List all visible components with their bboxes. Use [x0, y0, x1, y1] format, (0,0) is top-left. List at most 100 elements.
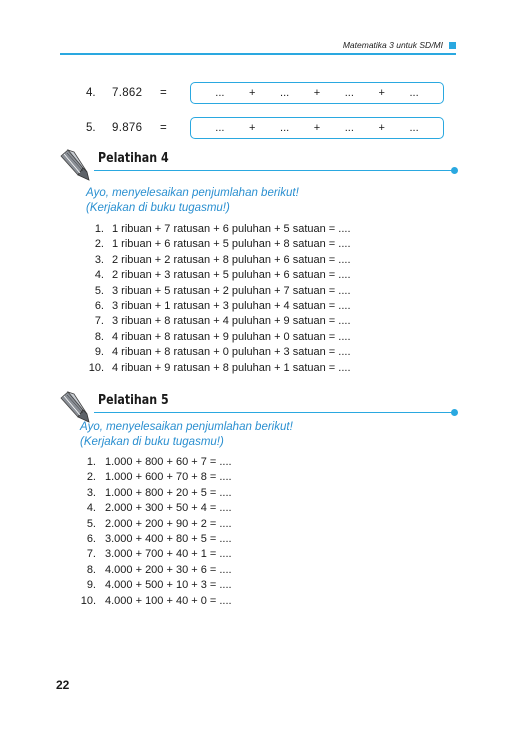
- page-number: 22: [56, 678, 70, 692]
- section-rule: [94, 412, 454, 414]
- item-text: 4.000 + 200 + 30 + 6 = ....: [105, 563, 232, 576]
- item-number: 8.: [94, 330, 104, 343]
- item-text: 1 ribuan + 6 ratusan + 5 puluhan + 8 sat…: [112, 238, 351, 251]
- question-number: 5.: [86, 122, 96, 134]
- section-title: Pelatihan 5: [98, 393, 169, 408]
- item-number: 7.: [94, 315, 104, 328]
- instruction-pelatihan-4: Ayo, menyelesaikan penjumlahan berikut! …: [86, 186, 299, 216]
- instruction-text: Ayo, menyelesaikan penjumlahan berikut!: [80, 421, 293, 433]
- item-number: 1.: [86, 456, 96, 468]
- plus-sign: +: [249, 87, 256, 99]
- item-text: 4.000 + 100 + 40 + 0 = ....: [105, 594, 232, 607]
- instruction-note: (Kerjakan di buku tugasmu!): [80, 436, 224, 448]
- list-item: 6. 3.000 + 400 + 80 + 5 = ....: [72, 532, 232, 547]
- list-item: 1. 1.000 + 800 + 60 + 7 = ....: [72, 455, 232, 470]
- section-dot: [451, 409, 458, 416]
- item-text: 4 ribuan + 8 ratusan + 9 puluhan + 0 sat…: [112, 330, 351, 343]
- instruction-note: (Kerjakan di buku tugasmu!): [86, 202, 230, 214]
- question-row-4: 4. 7.862 = ... + ... + ... + ...: [86, 82, 448, 106]
- question-number: 4.: [86, 87, 96, 99]
- item-number: 4.: [86, 502, 96, 515]
- list-item: 9. 4 ribuan + 8 ratusan + 0 puluhan + 3 s…: [80, 345, 351, 360]
- item-number: 7.: [86, 548, 96, 561]
- list-item: 6. 3 ribuan + 1 ratusan + 3 puluhan + 4 s…: [80, 299, 351, 314]
- item-number: 6.: [94, 299, 104, 312]
- item-text: 2 ribuan + 2 ratusan + 8 puluhan + 6 sat…: [112, 253, 351, 266]
- plus-sign: +: [249, 122, 256, 134]
- item-number: 10.: [88, 361, 104, 374]
- blank: ...: [215, 122, 225, 134]
- list-item: 3. 2 ribuan + 2 ratusan + 8 puluhan + 6 s…: [80, 253, 351, 268]
- running-title: Matematika 3 untuk SD/MI: [342, 40, 443, 50]
- item-text: 2.000 + 300 + 50 + 4 = ....: [105, 502, 232, 515]
- item-number: 1.: [94, 223, 104, 235]
- section-dot: [451, 167, 458, 174]
- item-number: 2.: [86, 471, 96, 484]
- plus-sign: +: [378, 122, 385, 134]
- plus-sign: +: [313, 122, 321, 134]
- list-item: 8. 4 ribuan + 8 ratusan + 9 puluhan + 0 s…: [80, 330, 351, 345]
- blank: ...: [409, 87, 419, 99]
- item-number: 5.: [94, 284, 104, 297]
- list-item: 4. 2 ribuan + 3 ratusan + 5 puluhan + 6 s…: [80, 268, 351, 283]
- section-rule: [94, 170, 454, 172]
- section-title: Pelatihan 4: [98, 151, 169, 166]
- item-number: 9.: [94, 346, 104, 359]
- pencil-icon: [60, 391, 90, 423]
- list-item: 3. 1.000 + 800 + 20 + 5 = ....: [72, 486, 232, 501]
- blank: ...: [280, 122, 290, 134]
- list-item: 7. 3.000 + 700 + 40 + 1 = ....: [72, 547, 232, 562]
- item-text: 4.000 + 500 + 10 + 3 = ....: [105, 579, 232, 592]
- question-value: 9.876: [112, 122, 143, 134]
- list-item: 10. 4 ribuan + 9 ratusan + 8 puluhan + 1 …: [80, 361, 351, 376]
- item-number: 5.: [86, 517, 96, 530]
- item-text: 3 ribuan + 1 ratusan + 3 puluhan + 4 sat…: [112, 299, 351, 312]
- item-number: 4.: [94, 269, 104, 282]
- item-number: 2.: [94, 238, 104, 251]
- list-item: 8. 4.000 + 200 + 30 + 6 = ....: [72, 563, 232, 578]
- equals-sign: =: [160, 122, 167, 134]
- list-item: 2. 1.000 + 600 + 70 + 8 = ....: [72, 470, 232, 485]
- item-number: 9.: [86, 579, 96, 592]
- header-rule: [60, 53, 456, 55]
- list-item: 2. 1 ribuan + 6 ratusan + 5 puluhan + 8 s…: [80, 237, 351, 252]
- question-value: 7.862: [112, 87, 143, 99]
- item-text: 3.000 + 700 + 40 + 1 = ....: [105, 548, 232, 561]
- item-number: 10.: [80, 594, 96, 607]
- running-header: Matematika 3 untuk SD/MI: [60, 40, 456, 50]
- blank: ...: [280, 87, 290, 99]
- list-item: 1. 1 ribuan + 7 ratusan + 6 puluhan + 5 s…: [80, 222, 351, 237]
- list-item: 10. 4.000 + 100 + 40 + 0 = ....: [72, 594, 232, 609]
- instruction-text: Ayo, menyelesaikan penjumlahan berikut!: [86, 187, 299, 199]
- list-item: 4. 2.000 + 300 + 50 + 4 = ....: [72, 501, 232, 516]
- item-text: 4 ribuan + 9 ratusan + 8 puluhan + 1 sat…: [112, 361, 351, 374]
- section-header-pelatihan-4: Pelatihan 4: [58, 148, 460, 182]
- question-row-5: 5. 9.876 = ... + ... + ... + ...: [86, 117, 448, 141]
- item-text: 3 ribuan + 5 ratusan + 2 puluhan + 7 sat…: [112, 284, 351, 297]
- answer-box: ... + ... + ... + ...: [190, 82, 444, 104]
- header-square-icon: [449, 42, 456, 49]
- list-item: 9. 4.000 + 500 + 10 + 3 = ....: [72, 578, 232, 593]
- list-item: 5. 3 ribuan + 5 ratusan + 2 puluhan + 7 s…: [80, 284, 351, 299]
- item-number: 3.: [94, 253, 104, 266]
- item-text: 2.000 + 200 + 90 + 2 = ....: [105, 517, 232, 530]
- plus-sign: +: [378, 87, 385, 99]
- blank: ...: [344, 122, 354, 134]
- blank: ...: [409, 122, 419, 134]
- answer-box: ... + ... + ... + ...: [190, 117, 444, 139]
- plus-sign: +: [313, 87, 321, 99]
- item-number: 8.: [86, 563, 96, 576]
- item-text: 1.000 + 800 + 20 + 5 = ....: [105, 486, 232, 499]
- exercise-list-pelatihan-4: 1. 1 ribuan + 7 ratusan + 6 puluhan + 5 s…: [80, 222, 351, 376]
- blank: ...: [344, 87, 354, 99]
- pencil-icon: [60, 149, 90, 181]
- exercise-list-pelatihan-5: 1. 1.000 + 800 + 60 + 7 = .... 2. 1.000 + …: [72, 455, 232, 609]
- item-number: 6.: [86, 532, 96, 545]
- item-text: 4 ribuan + 8 ratusan + 0 puluhan + 3 sat…: [112, 346, 351, 359]
- item-text: 3.000 + 400 + 80 + 5 = ....: [105, 532, 232, 545]
- equals-sign: =: [160, 87, 167, 99]
- blank: ...: [215, 87, 225, 99]
- item-text: 1.000 + 800 + 60 + 7 = ....: [105, 456, 232, 468]
- item-text: 3 ribuan + 8 ratusan + 4 puluhan + 9 sat…: [112, 315, 351, 328]
- item-text: 1.000 + 600 + 70 + 8 = ....: [105, 471, 232, 484]
